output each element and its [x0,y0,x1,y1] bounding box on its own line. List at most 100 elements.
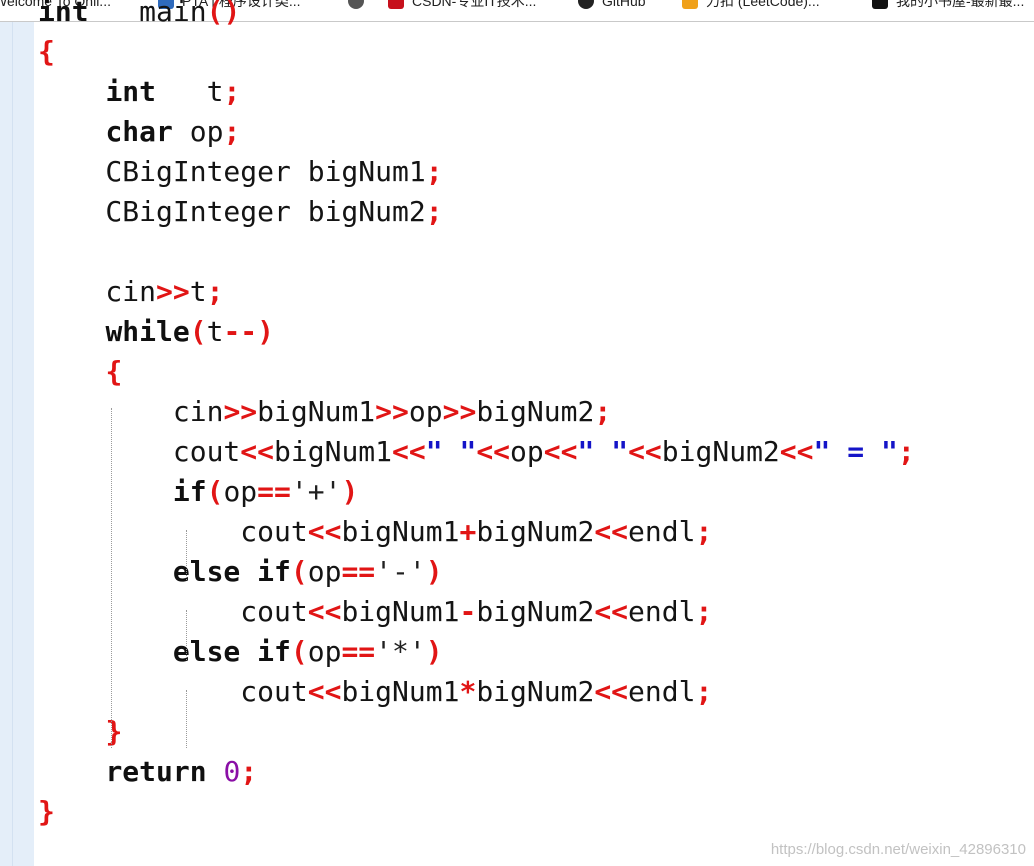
code-token: cout [38,515,308,548]
code-token: op [408,395,443,428]
code-token: " " [577,435,629,468]
code-token: == [257,475,291,508]
watermark: https://blog.csdn.net/weixin_42896310 [770,841,1026,858]
code-line[interactable]: int main() [38,0,1028,32]
code-token: op [172,115,224,148]
code-token: endl [628,675,696,708]
code-line[interactable]: cin>>bigNum1>>op>>bigNum2; [38,392,1028,432]
code-token: << [594,675,629,708]
code-token: op [223,475,258,508]
code-token: while [105,315,190,348]
code-token: ; [223,75,241,108]
code-token: '*' [375,635,426,668]
code-token: ) [425,555,443,588]
code-token: bigNum2 [476,395,595,428]
code-token: else [172,635,241,668]
code-token: == [341,635,376,668]
code-token: ( [290,555,308,588]
code-token: op [510,435,544,468]
code-line[interactable]: CBigInteger bigNum2; [38,192,1028,232]
code-token: << [594,515,629,548]
code-token: bigNum1 [274,435,393,468]
code-line[interactable]: cin>>t; [38,272,1028,312]
code-line[interactable]: { [38,32,1028,72]
code-token: cin [38,395,224,428]
code-token: op [307,555,342,588]
indent-guide [111,408,112,748]
code-token: * [459,675,477,708]
code-line[interactable]: return 0; [38,752,1028,792]
indent-guide [186,610,187,660]
code-token: if [257,555,291,588]
code-editor[interactable]: int main(){ int t; char op; CBigInteger … [0,0,1034,866]
code-token: bigNum2 [476,675,595,708]
code-token: ; [425,155,443,188]
code-token: << [594,595,629,628]
code-token: CBigInteger bigNum1 [38,155,426,188]
code-token: return [105,755,207,788]
code-line[interactable]: cout<<bigNum1<<" "<<op<<" "<<bigNum2<<" … [38,432,1028,472]
code-token: { [105,355,123,388]
code-token: " " [425,435,477,468]
code-line[interactable]: { [38,352,1028,392]
code-token: else [172,555,241,588]
code-token: << [307,675,342,708]
code-line[interactable]: while(t--) [38,312,1028,352]
code-token: ; [695,515,713,548]
code-token: ; [897,435,915,468]
code-token: << [307,515,342,548]
code-token: ; [695,675,713,708]
code-token: ) [341,475,359,508]
code-token: cout [38,675,308,708]
code-token: ( [206,475,224,508]
code-token: ; [240,755,258,788]
code-line[interactable]: int t; [38,72,1028,112]
editor-gutter [0,22,34,866]
code-line[interactable] [38,232,1028,272]
code-token: '+' [290,475,342,508]
code-token: bigNum1 [341,675,460,708]
code-token: '-' [375,555,426,588]
code-token: --) [223,315,275,348]
code-token: cin [38,275,157,308]
code-token: cout [38,435,241,468]
code-token: () [206,0,241,28]
code-token: cout [38,595,308,628]
code-line[interactable]: CBigInteger bigNum1; [38,152,1028,192]
code-token: ; [425,195,443,228]
code-token: bigNum2 [476,595,595,628]
code-token: { [38,35,55,68]
code-token: ( [189,315,207,348]
code-token: >> [156,275,190,308]
code-token: >> [375,395,409,428]
code-token: << [779,435,814,468]
code-token: } [105,715,123,748]
code-token: == [341,555,376,588]
code-token: int [105,75,157,108]
code-token: ; [594,395,612,428]
code-line[interactable]: char op; [38,112,1028,152]
code-line[interactable]: if(op=='+') [38,472,1028,512]
code-token: ; [223,115,241,148]
code-token: << [476,435,511,468]
code-token: t [206,315,224,348]
code-line[interactable]: } [38,792,1028,832]
code-token: if [172,475,207,508]
code-token: 0 [223,755,241,788]
code-token: bigNum2 [661,435,780,468]
code-token: CBigInteger bigNum2 [38,195,426,228]
code-token: int [38,0,89,28]
code-token: if [257,635,291,668]
code-token: bigNum2 [476,515,595,548]
code-token: << [240,435,275,468]
code-token: endl [628,515,696,548]
code-token: + [459,515,477,548]
